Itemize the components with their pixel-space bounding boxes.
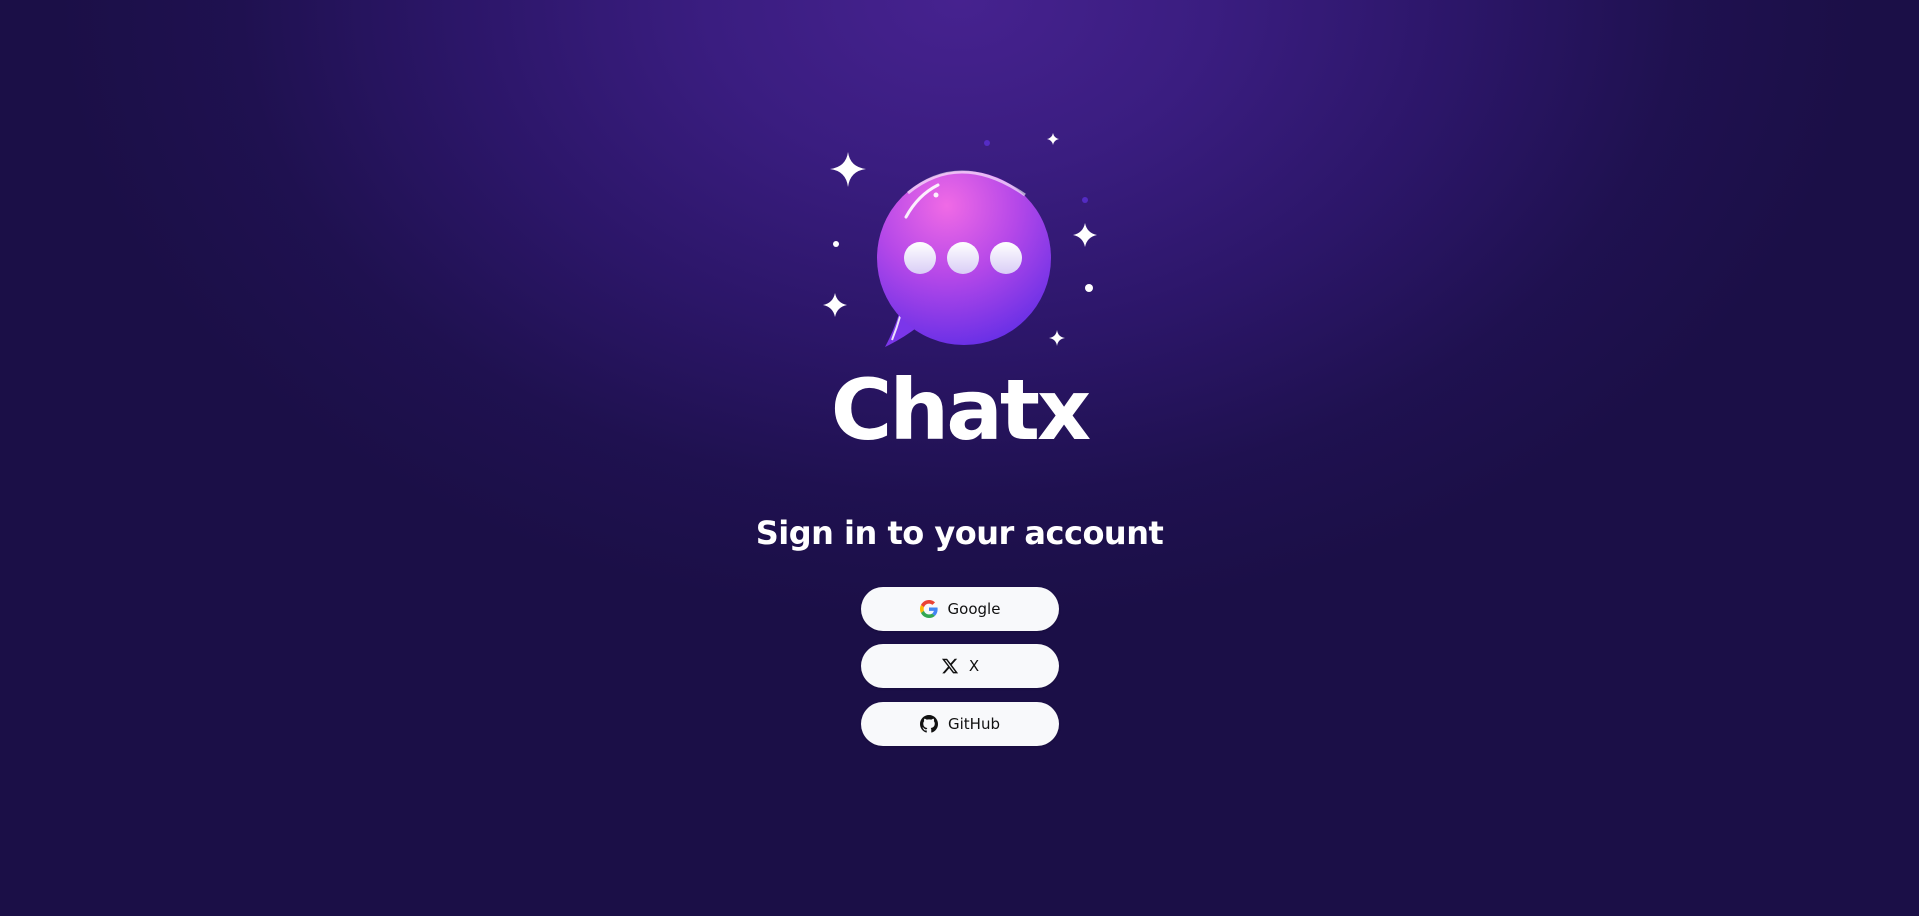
x-icon: [941, 657, 959, 675]
x-signin-button[interactable]: X: [861, 644, 1059, 688]
google-signin-button[interactable]: Google: [861, 587, 1059, 631]
google-label: Google: [947, 600, 1001, 618]
x-label: X: [968, 657, 980, 675]
github-icon: [920, 715, 938, 733]
chat-bubble-logo: [823, 133, 1097, 347]
signin-page: Chatx Sign in to your account Google X G…: [0, 0, 1919, 916]
google-icon: [919, 600, 938, 618]
signin-heading: Sign in to your account: [755, 514, 1164, 552]
app-wordmark: Chatx: [830, 361, 1091, 459]
github-label: GitHub: [948, 715, 1000, 733]
github-signin-button[interactable]: GitHub: [861, 702, 1059, 746]
